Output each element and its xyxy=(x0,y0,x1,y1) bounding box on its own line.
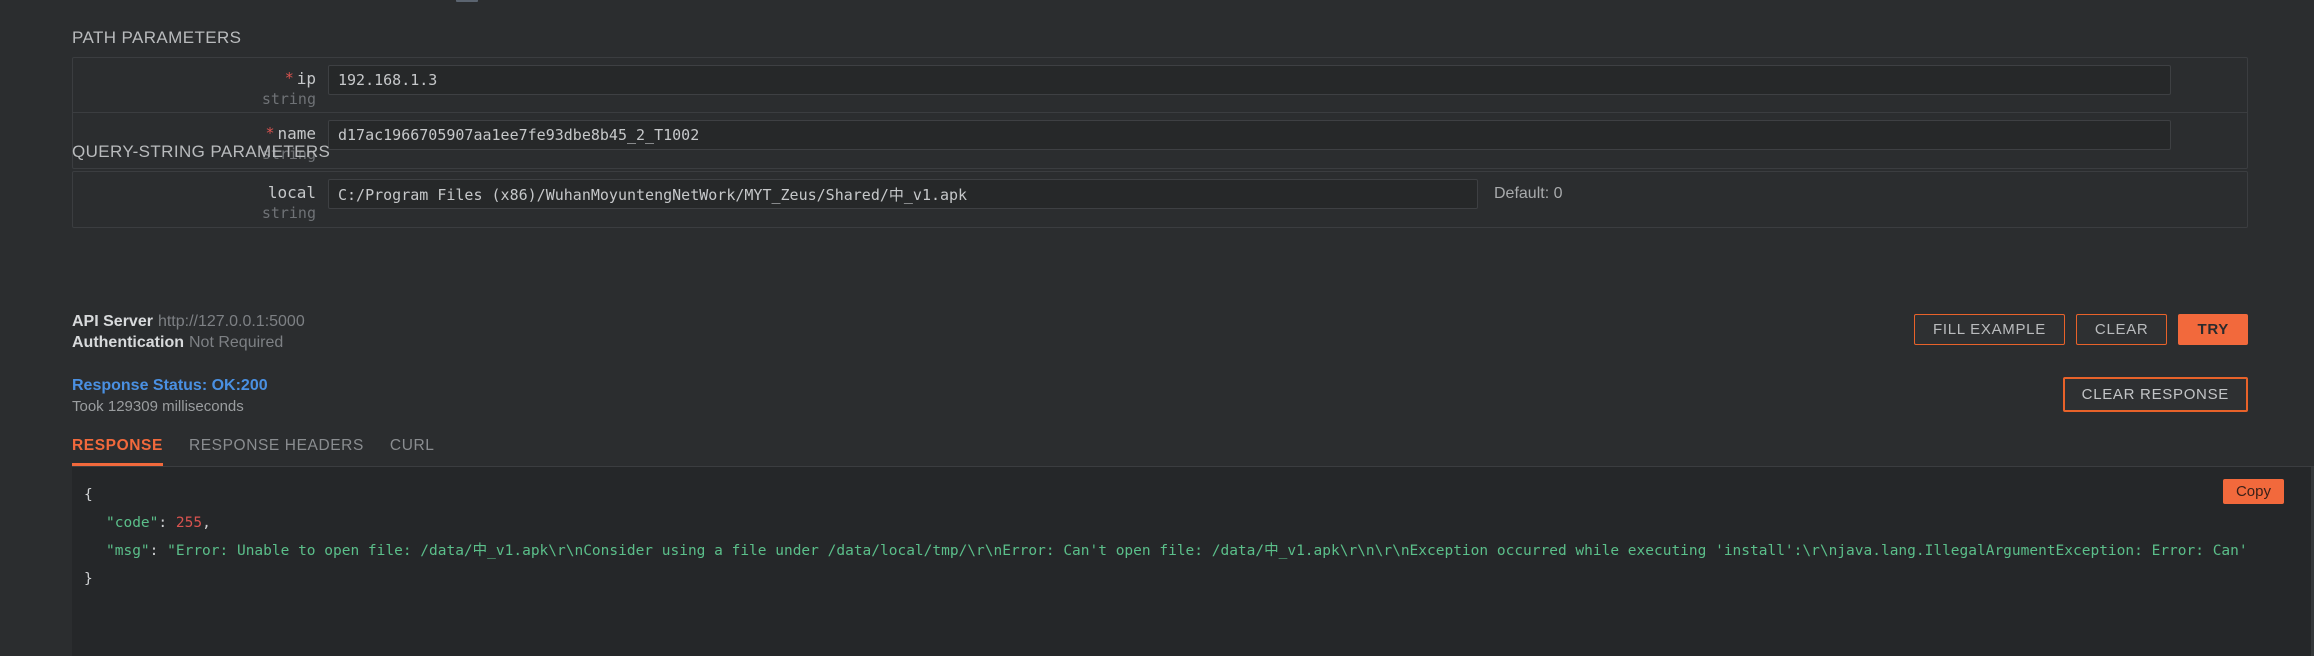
response-json-code: { "code": 255, "msg": "Error: Unable to … xyxy=(72,467,2314,593)
authentication-line: Authentication Not Required xyxy=(72,332,305,353)
required-marker-ip: * xyxy=(285,69,294,87)
param-name-local: local xyxy=(268,183,316,202)
local-default-label: Default: 0 xyxy=(1478,172,1562,203)
server-info-block: API Server http://127.0.0.1:5000 Authenti… xyxy=(72,311,305,353)
top-cut-off-element xyxy=(456,0,478,2)
api-server-line: API Server http://127.0.0.1:5000 xyxy=(72,311,305,332)
authentication-key: Authentication xyxy=(72,334,184,351)
tab-response-headers[interactable]: RESPONSE HEADERS xyxy=(189,437,364,466)
response-tabs: RESPONSE RESPONSE HEADERS CURL xyxy=(72,437,2314,466)
required-marker-name: * xyxy=(265,124,274,142)
json-value-msg: "Error: Unable to open file: /data/中_v1.… xyxy=(167,543,2248,559)
api-console-page: PATH PARAMETERS *ip string *name string … xyxy=(0,0,2314,656)
ip-input[interactable] xyxy=(328,65,2171,95)
response-body-panel: Copy { "code": 255, "msg": "Error: Unabl… xyxy=(72,466,2314,656)
param-row-local: local string Default: 0 xyxy=(73,172,2247,227)
path-parameters-title: PATH PARAMETERS xyxy=(72,28,2314,57)
api-server-value: http://127.0.0.1:5000 xyxy=(158,313,305,330)
json-close-brace: } xyxy=(84,571,93,587)
clear-response-button[interactable]: CLEAR RESPONSE xyxy=(2063,377,2248,412)
response-status-block: Response Status: OK:200 Took 129309 mill… xyxy=(72,375,268,417)
json-colon-msg: : xyxy=(150,543,167,559)
json-colon-code: : xyxy=(158,515,175,531)
tab-curl[interactable]: CURL xyxy=(390,437,435,466)
clear-response-wrapper: CLEAR RESPONSE xyxy=(2063,377,2248,412)
fill-example-button[interactable]: FILL EXAMPLE xyxy=(1914,314,2065,345)
json-key-msg: "msg" xyxy=(106,543,150,559)
copy-button[interactable]: Copy xyxy=(2223,479,2284,504)
clear-button[interactable]: CLEAR xyxy=(2076,314,2168,345)
json-key-code: "code" xyxy=(106,515,158,531)
api-server-key: API Server xyxy=(72,313,153,330)
param-name-name: name xyxy=(277,124,316,143)
param-label-ip: *ip string xyxy=(73,58,328,109)
param-label-local: local string xyxy=(73,172,328,223)
try-button[interactable]: TRY xyxy=(2178,314,2248,345)
json-open-brace: { xyxy=(84,487,93,503)
query-string-parameters-table: local string Default: 0 xyxy=(72,171,2248,228)
authentication-value: Not Required xyxy=(189,334,283,351)
local-input[interactable] xyxy=(328,179,1478,209)
response-took-text: Took 129309 milliseconds xyxy=(72,397,268,417)
query-string-parameters-title: QUERY-STRING PARAMETERS xyxy=(72,142,2314,171)
param-type-ip: string xyxy=(73,91,316,108)
response-status-text: Response Status: OK:200 xyxy=(72,375,268,397)
param-name-ip: ip xyxy=(297,69,316,88)
param-type-local: string xyxy=(73,205,316,222)
action-button-bar: FILL EXAMPLE CLEAR TRY xyxy=(1914,314,2248,345)
tab-response[interactable]: RESPONSE xyxy=(72,437,163,466)
json-value-code: 255 xyxy=(176,515,202,531)
json-comma-code: , xyxy=(202,515,211,531)
param-row-ip: *ip string xyxy=(73,58,2247,113)
